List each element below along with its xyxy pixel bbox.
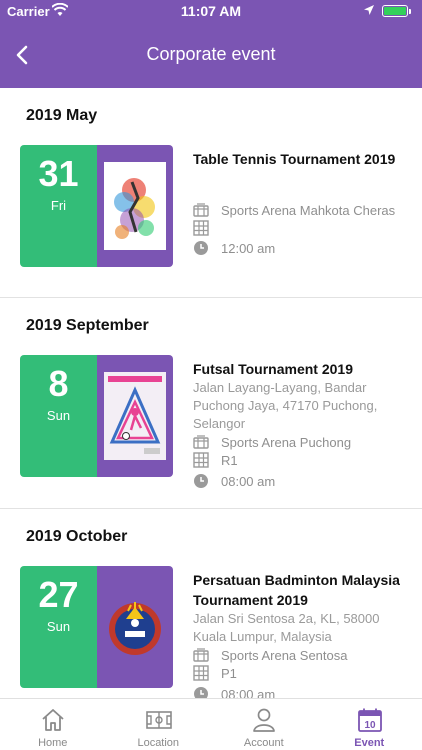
venue-name: Sports Arena Sentosa (221, 647, 348, 663)
time-row: 12:00 am (193, 239, 408, 257)
badminton-association-logo (104, 583, 166, 671)
clock-icon (194, 474, 208, 488)
event-title[interactable]: Table Tennis Tournament 2019 (193, 149, 408, 169)
tab-home[interactable]: Home (0, 699, 106, 750)
user-icon (253, 708, 275, 732)
tab-label: Location (137, 737, 180, 749)
event-weekday: Sun (46, 619, 71, 634)
month-section: 2019 September 8 Sun Futsal Tournament 2… (0, 298, 422, 509)
court-row: R1 (193, 451, 408, 469)
battery-tip (409, 9, 411, 14)
month-heading: 2019 October (26, 528, 128, 545)
event-info: Table Tennis Tournament 2019 Sports Aren… (193, 149, 408, 257)
battery-icon (382, 5, 408, 17)
calendar-badge-number: 10 (364, 720, 376, 731)
event-info: Persatuan Badminton Malaysia Tournament … (193, 570, 408, 698)
month-section: 2019 October 27 Sun Persatuan Badminton (0, 509, 422, 698)
tab-location[interactable]: Location (106, 699, 212, 750)
month-section: 2019 May 31 Fri Table Tennis Tournament … (0, 88, 422, 298)
court-icon (145, 711, 172, 729)
home-icon (42, 709, 64, 731)
date-badge: 31 Fri (20, 145, 97, 267)
poster-frame (97, 566, 173, 688)
event-time: 08:00 am (221, 473, 276, 489)
tab-label: Account (243, 737, 284, 749)
court-row (193, 219, 408, 237)
month-heading: 2019 September (26, 317, 149, 334)
poster-frame (97, 355, 173, 477)
event-day: 8 (48, 363, 69, 404)
event-poster-image (104, 372, 166, 460)
venue-name: Sports Arena Puchong (221, 434, 352, 450)
event-title[interactable]: Persatuan Badminton Malaysia Tournament … (193, 570, 408, 610)
event-weekday: Fri (50, 198, 67, 213)
venue-name: Sports Arena Mahkota Cheras (221, 202, 396, 218)
clock-icon (194, 687, 208, 698)
venue-row: Sports Arena Puchong (193, 433, 408, 451)
court-row: P1 (193, 664, 408, 682)
court-grid-icon (193, 220, 209, 236)
time-row: 08:00 am (193, 685, 408, 698)
event-address: Jalan Layang-Layang, Bandar Puchong Jaya… (193, 380, 378, 431)
court-grid-icon (193, 665, 209, 681)
event-day: 27 (38, 574, 79, 615)
stadium-icon (193, 435, 209, 449)
court-name: P1 (221, 665, 237, 681)
tab-bar: Home Location Account 10 Event (0, 698, 422, 750)
event-date-card[interactable]: 8 Sun (20, 355, 173, 477)
month-heading: 2019 May (26, 107, 98, 124)
status-bar: Carrier 11:07 AM (0, 0, 422, 22)
stadium-icon (193, 648, 209, 662)
time-row: 08:00 am (193, 472, 408, 490)
event-info: Futsal Tournament 2019 Jalan Layang-Laya… (193, 359, 408, 490)
tab-label: Home (38, 737, 68, 749)
page-title: Corporate event (146, 44, 276, 64)
event-title[interactable]: Futsal Tournament 2019 (193, 359, 408, 379)
clock: 11:07 AM (180, 3, 242, 19)
navigation-bar: Corporate event (0, 22, 422, 88)
event-date-card[interactable]: 31 Fri (20, 145, 173, 267)
tab-account[interactable]: Account (211, 699, 317, 750)
calendar-icon: 10 (357, 708, 382, 732)
location-arrow-icon (364, 5, 374, 15)
date-badge: 27 Sun (20, 566, 97, 688)
tab-event[interactable]: 10 Event (317, 699, 422, 750)
event-address: Jalan Sri Sentosa 2a, KL, 58000 Kuala Lu… (193, 611, 380, 644)
clock-icon (194, 241, 208, 255)
court-grid-icon (193, 452, 209, 468)
stadium-icon (193, 203, 209, 217)
date-badge: 8 Sun (20, 355, 97, 477)
venue-row: Sports Arena Sentosa (193, 646, 408, 664)
court-name: R1 (221, 452, 238, 468)
venue-row: Sports Arena Mahkota Cheras (193, 201, 408, 219)
event-list[interactable]: 2019 May 31 Fri Table Tennis Tournament … (0, 88, 422, 698)
poster-frame (97, 145, 173, 267)
event-time: 12:00 am (221, 240, 276, 256)
event-day: 31 (38, 153, 79, 194)
event-poster-image (104, 162, 166, 250)
tab-label: Event (354, 737, 385, 749)
event-date-card[interactable]: 27 Sun (20, 566, 173, 688)
event-time: 08:00 am (221, 686, 276, 699)
event-weekday: Sun (46, 408, 71, 423)
